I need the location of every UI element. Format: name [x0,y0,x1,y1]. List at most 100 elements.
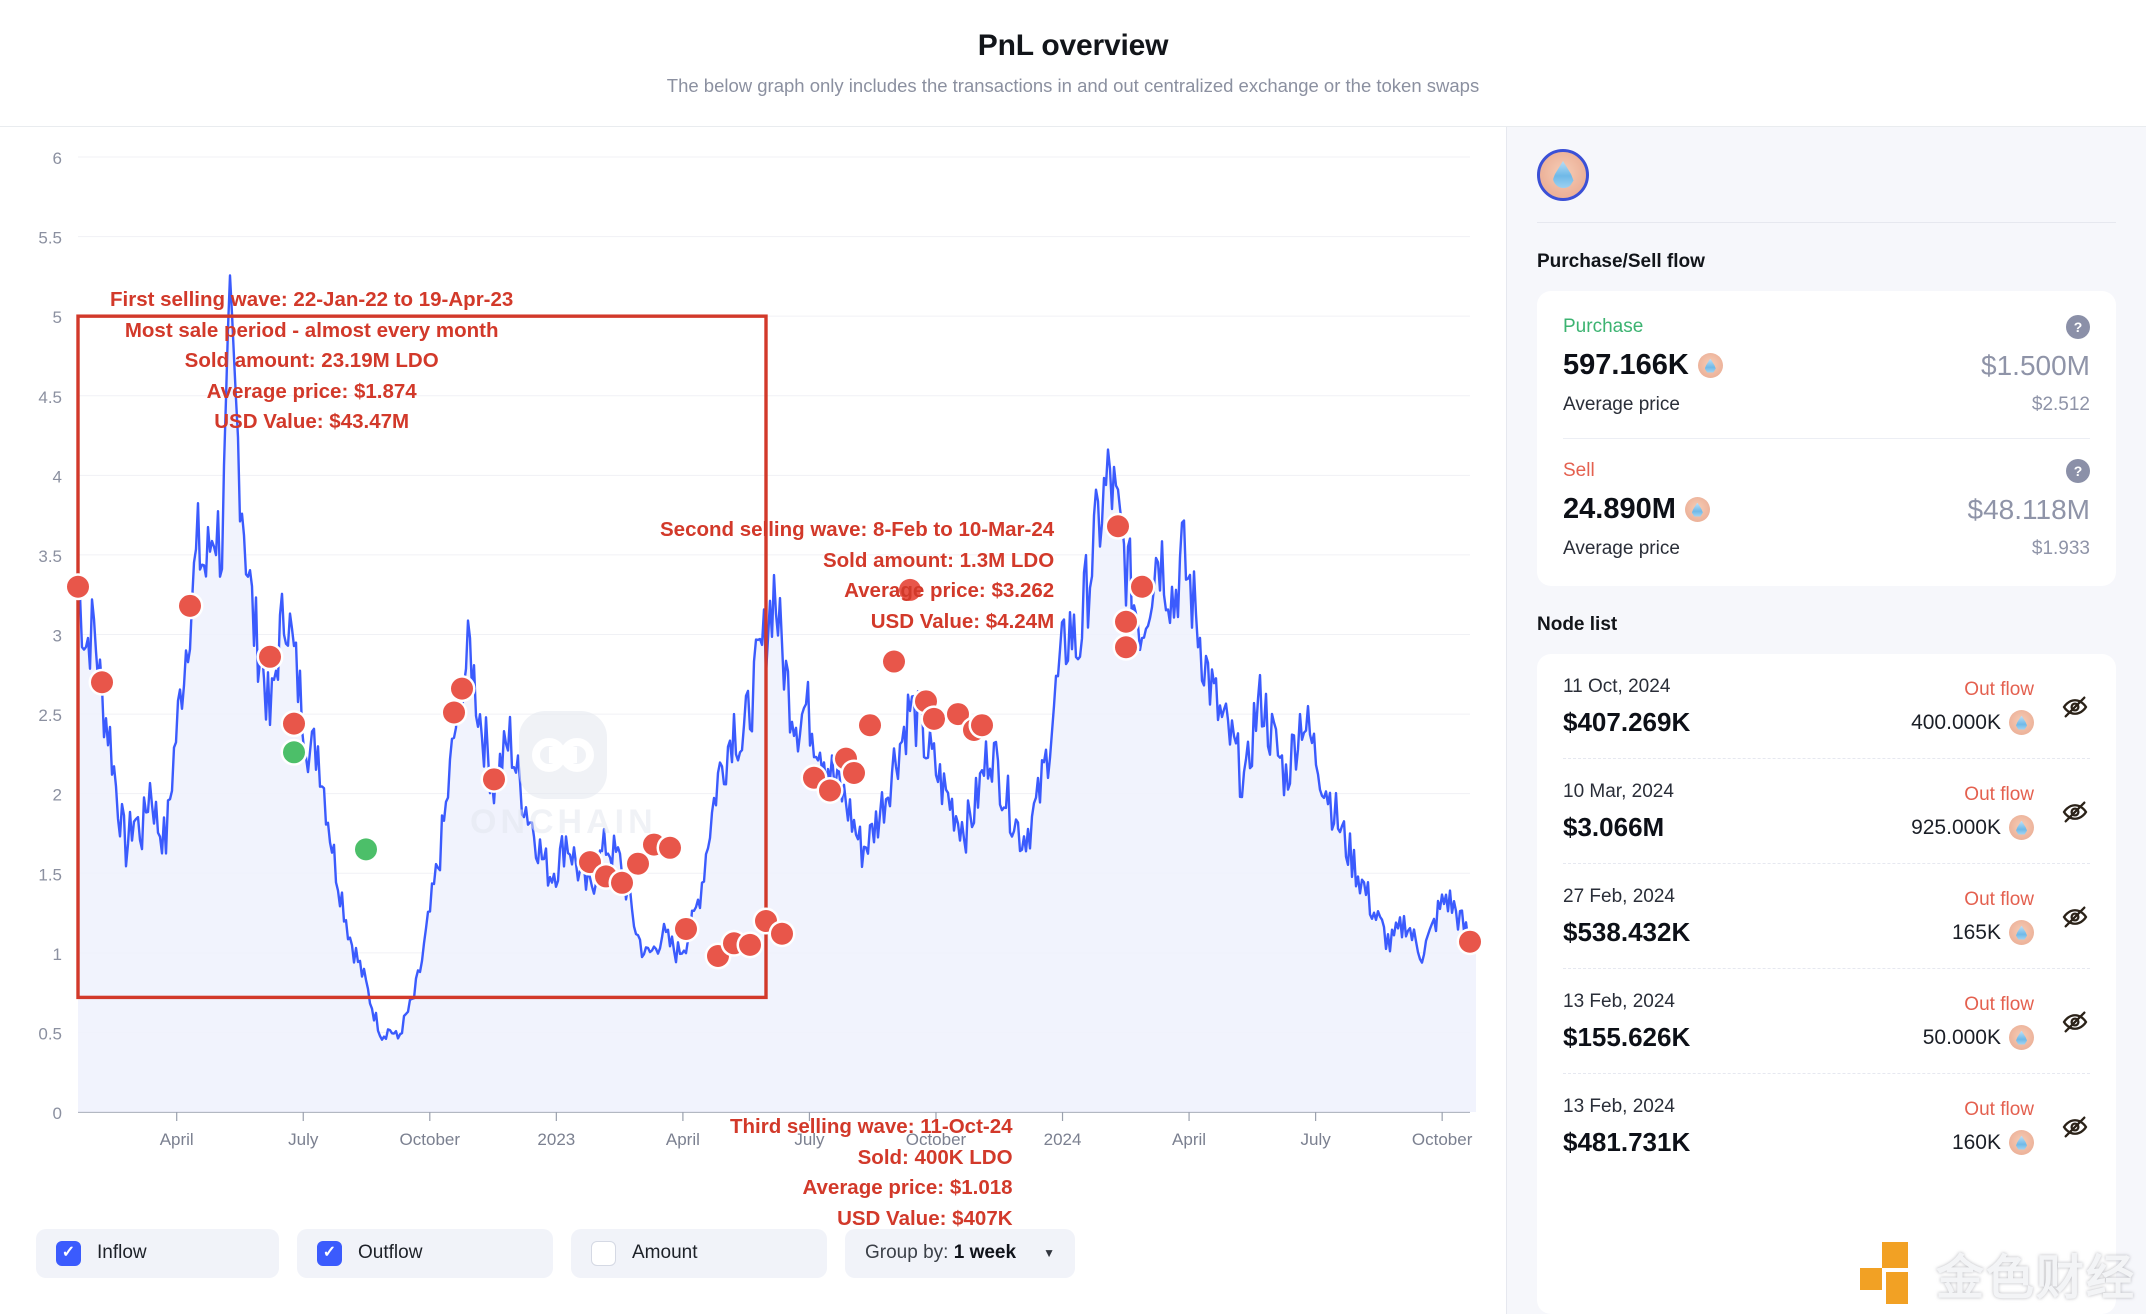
group-by-value: 1 week [953,1242,1017,1263]
sell-amount-value: 24.890M [1563,493,1676,525]
chevron-down-icon[interactable]: ▼ [1043,1246,1055,1260]
inflow-label: Inflow [97,1242,147,1263]
jinse-logo-icon [1859,1242,1922,1304]
amount-label: Amount [632,1242,698,1263]
sell-marker[interactable] [672,915,700,943]
lido-token-mini-icon [2009,815,2034,840]
amount-checkbox-box[interactable] [591,1240,616,1266]
lido-token-mini-icon [2009,1025,2034,1050]
node-usd-value: $3.066M [1563,812,1665,842]
node-quantity: 165K [1952,920,2034,945]
group-by-select[interactable]: Group by: 1 week ▼ [845,1228,1075,1278]
sell-marker[interactable] [656,834,684,862]
eye-off-icon[interactable] [2060,1007,2090,1037]
node-quantity: 160K [1952,1130,2034,1155]
lido-token-mini-icon [1697,353,1723,378]
node-usd-value: $155.626K [1563,1022,1691,1052]
node-list[interactable]: 11 Oct, 2024 $407.269K Out flow 400.000K 10 … [1537,654,2116,1314]
page-header: PnL overview The below graph only includ… [0,0,2146,127]
outflow-checkbox-box[interactable] [317,1240,342,1266]
sell-marker[interactable] [1128,573,1156,601]
node-usd-value: $538.432K [1563,917,1691,947]
eye-off-icon[interactable] [2060,1112,2090,1142]
purchase-amount: 597.166K [1563,349,1723,382]
sell-marker[interactable] [856,711,884,739]
node-item-flow: Out flow 400.000K [1911,679,2034,735]
node-usd-value: $481.731K [1563,1127,1691,1157]
sell-marker[interactable] [1456,928,1484,956]
sell-marker[interactable] [816,776,844,804]
purchase-help-icon[interactable]: ? [2066,315,2090,339]
sell-marker[interactable] [256,643,284,671]
node-flow-direction: Out flow [1964,679,2034,700]
node-list-title: Node list [1537,614,1618,635]
y-axis-tick-label: 0.5 [38,1024,62,1043]
y-axis-tick-label: 1.5 [38,865,62,884]
purchase-amount-value: 597.166K [1563,349,1689,381]
sell-marker[interactable] [448,675,476,703]
y-axis-tick-label: 4 [53,467,62,486]
x-axis-tick-label: April [666,1130,700,1149]
inflow-checkbox[interactable]: Inflow [36,1228,279,1278]
sell-marker[interactable] [1104,512,1132,540]
lido-token-mini-icon [1684,497,1710,522]
buy-marker[interactable] [352,835,380,863]
node-list-item[interactable]: 27 Feb, 2024 $538.432K Out flow 165K [1563,863,2090,968]
eye-off-icon[interactable] [2060,797,2090,827]
sell-marker[interactable] [1112,633,1140,661]
x-axis-tick-label: October [400,1130,461,1149]
page-title: PnL overview [977,29,1169,62]
node-list-item[interactable]: 13 Feb, 2024 $155.626K Out flow 50.000K [1563,968,2090,1073]
node-item-main: 10 Mar, 2024 $3.066M [1563,781,1674,843]
node-list-item[interactable]: 10 Mar, 2024 $3.066M Out flow 925.000K [1563,758,2090,863]
sell-marker[interactable] [880,648,908,676]
y-axis-tick-label: 1 [53,945,62,964]
node-quantity: 925.000K [1911,815,2034,840]
y-axis-tick-label: 6 [53,149,62,168]
node-list-item[interactable]: 13 Feb, 2024 $481.731K Out flow 160K [1563,1073,2090,1178]
annotation-first-selling-wave: First selling wave: 22-Jan-22 to 19-Apr-… [110,288,514,433]
sell-marker[interactable] [736,931,764,959]
sell-marker[interactable] [176,592,204,620]
y-axis-tick-label: 2 [53,786,62,805]
sell-marker[interactable] [480,765,508,793]
node-item-main: 11 Oct, 2024 $407.269K [1563,676,1690,738]
page-subtitle: The below graph only includes the transa… [666,75,1480,96]
node-quantity: 50.000K [1923,1025,2034,1050]
chart-panel: 0 0.5 1 1.5 2 2.5 3 3.5 4 4.5 5 5.5 6 April July Octobe… [0,127,1506,1314]
node-flow-direction: Out flow [1964,784,2034,805]
eye-off-icon[interactable] [2060,902,2090,932]
amount-checkbox[interactable]: Amount [571,1228,827,1278]
sell-help-icon[interactable]: ? [2066,459,2090,483]
purchase-avg-price-label: Average price [1563,394,1680,415]
sell-marker[interactable] [968,711,996,739]
sell-marker[interactable] [920,705,948,733]
sell-marker[interactable] [64,573,92,601]
sell-marker[interactable] [440,698,468,726]
x-axis-tick-label: 2024 [1044,1130,1082,1149]
sell-marker[interactable] [1112,608,1140,636]
eye-off-icon[interactable] [2060,692,2090,722]
inflow-checkbox-box[interactable] [56,1240,81,1266]
y-axis-tick-label: 3 [53,627,62,646]
buy-marker[interactable] [280,738,308,766]
sell-marker[interactable] [88,668,116,696]
outflow-checkbox[interactable]: Outflow [297,1228,553,1278]
node-flow-direction: Out flow [1964,889,2034,910]
lido-token-icon[interactable] [1537,148,1589,201]
node-flow-direction: Out flow [1964,1099,2034,1120]
node-list-item[interactable]: 11 Oct, 2024 $407.269K Out flow 400.000K [1563,654,2090,758]
pnl-overview-app: PnL overview The below graph only includ… [0,0,2146,1314]
purchase-sell-flow-card: Purchase ? 597.166K $1.500M Average pric… [1537,291,2116,586]
purchase-sell-flow-title: Purchase/Sell flow [1537,251,1705,272]
sell-marker[interactable] [768,920,796,948]
x-axis-tick-label: October [1412,1130,1473,1149]
node-item-flow: Out flow 165K [1952,889,2034,945]
sell-marker[interactable] [840,759,868,787]
sell-marker[interactable] [280,710,308,738]
purchase-flow-block: Purchase ? 597.166K $1.500M Average pric… [1563,295,2090,438]
purchase-label: Purchase [1563,316,1644,337]
price-chart[interactable]: 0 0.5 1 1.5 2 2.5 3 3.5 4 4.5 5 5.5 6 April July Octobe… [0,127,1506,1230]
y-axis-tick-label: 2.5 [38,706,62,725]
jinse-watermark: 金色财经 [1859,1238,2136,1308]
